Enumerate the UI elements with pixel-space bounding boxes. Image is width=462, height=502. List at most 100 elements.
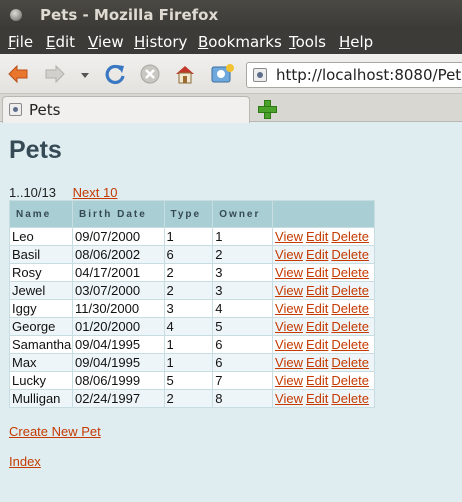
edit-link[interactable]: Edit [306,283,328,298]
cell-birth-date: 09/07/2000 [71,227,165,246]
forward-icon[interactable] [44,63,66,85]
table-row: Basil 08/06/2002 6 2 View Edit Delete [9,245,375,264]
cell-owner: 6 [212,353,274,372]
navigation-toolbar: http://localhost:8080/PetCl [0,54,462,94]
cell-name: Leo [9,227,73,246]
cell-type: 1 [163,353,214,372]
menu-bar: File Edit View History Bookmarks Tools H… [0,30,462,54]
edit-link[interactable]: Edit [306,301,328,316]
tab-strip: Pets [0,94,462,123]
view-link[interactable]: View [275,373,303,388]
delete-link[interactable]: Delete [331,265,369,280]
pager-range: 1..10/13 [9,185,56,200]
cell-birth-date: 03/07/2000 [71,281,165,300]
cell-birth-date: 02/24/1997 [71,389,165,408]
window-title: Pets - Mozilla Firefox [40,6,219,24]
cell-name: Samantha [9,335,73,354]
table-row: Rosy 04/17/2001 2 3 View Edit Delete [9,263,375,282]
edit-link[interactable]: Edit [306,229,328,244]
url-text[interactable]: http://localhost:8080/PetCl [276,66,462,84]
menu-view[interactable]: View [88,30,124,54]
column-header-actions [272,200,375,228]
cell-owner: 4 [212,299,274,318]
delete-link[interactable]: Delete [331,355,369,370]
cell-actions: View Edit Delete [272,371,375,390]
edit-link[interactable]: Edit [306,391,328,406]
delete-link[interactable]: Delete [331,283,369,298]
edit-link[interactable]: Edit [306,265,328,280]
cell-actions: View Edit Delete [272,281,375,300]
menu-history[interactable]: History [134,30,187,54]
site-identity-icon[interactable] [253,68,267,82]
cell-owner: 5 [212,317,274,336]
cell-birth-date: 04/17/2001 [71,263,165,282]
delete-link[interactable]: Delete [331,229,369,244]
tab-favicon [9,103,22,116]
menu-bookmarks[interactable]: Bookmarks [198,30,282,54]
stop-icon[interactable] [139,63,161,85]
new-tab-icon[interactable] [258,100,277,119]
cell-actions: View Edit Delete [272,335,375,354]
cell-owner: 6 [212,335,274,354]
cell-type: 1 [163,335,214,354]
cell-birth-date: 09/04/1995 [71,335,165,354]
edit-link[interactable]: Edit [306,355,328,370]
address-bar[interactable]: http://localhost:8080/PetCl [246,62,462,88]
pager: 1..10/13 Next 10 [9,185,117,200]
cell-birth-date: 08/06/1999 [71,371,165,390]
menu-help[interactable]: Help [339,30,373,54]
delete-link[interactable]: Delete [331,337,369,352]
home-icon[interactable] [174,63,196,85]
view-link[interactable]: View [275,355,303,370]
table-header-row: Name Birth Date Type Owner [9,200,375,228]
cell-owner: 2 [212,245,274,264]
view-link[interactable]: View [275,229,303,244]
delete-link[interactable]: Delete [331,301,369,316]
pets-table: Name Birth Date Type Owner Leo 09/07/2000… [9,200,375,408]
cell-actions: View Edit Delete [272,389,375,408]
screenshot-icon[interactable] [210,63,236,85]
next-page-link[interactable]: Next 10 [73,185,118,200]
cell-actions: View Edit Delete [272,263,375,282]
menu-edit[interactable]: Edit [46,30,75,54]
view-link[interactable]: View [275,301,303,316]
delete-link[interactable]: Delete [331,247,369,262]
menu-file[interactable]: File [8,30,33,54]
create-new-pet-link[interactable]: Create New Pet [9,424,101,439]
edit-link[interactable]: Edit [306,319,328,334]
edit-link[interactable]: Edit [306,337,328,352]
tab-pets[interactable]: Pets [2,96,250,123]
reload-icon[interactable] [104,63,126,85]
cell-name: Jewel [9,281,73,300]
cell-name: Rosy [9,263,73,282]
back-icon[interactable] [7,63,29,85]
view-link[interactable]: View [275,247,303,262]
cell-type: 5 [163,371,214,390]
cell-actions: View Edit Delete [272,353,375,372]
edit-link[interactable]: Edit [306,373,328,388]
view-link[interactable]: View [275,337,303,352]
cell-type: 2 [163,281,214,300]
delete-link[interactable]: Delete [331,373,369,388]
delete-link[interactable]: Delete [331,391,369,406]
cell-owner: 7 [212,371,274,390]
cell-owner: 8 [212,389,274,408]
view-link[interactable]: View [275,283,303,298]
cell-type: 1 [163,227,214,246]
column-header-type: Type [163,200,214,228]
cell-type: 2 [163,389,214,408]
window-close-icon[interactable] [10,9,22,21]
table-row: Max 09/04/1995 1 6 View Edit Delete [9,353,375,372]
view-link[interactable]: View [275,265,303,280]
cell-actions: View Edit Delete [272,227,375,246]
delete-link[interactable]: Delete [331,319,369,334]
view-link[interactable]: View [275,391,303,406]
view-link[interactable]: View [275,319,303,334]
table-row: George 01/20/2000 4 5 View Edit Delete [9,317,375,336]
menu-tools[interactable]: Tools [289,30,326,54]
edit-link[interactable]: Edit [306,247,328,262]
page-content: Pets 1..10/13 Next 10 Name Birth Date Ty… [0,123,462,502]
index-link[interactable]: Index [9,454,41,469]
history-dropdown-icon[interactable] [78,63,92,85]
cell-type: 3 [163,299,214,318]
